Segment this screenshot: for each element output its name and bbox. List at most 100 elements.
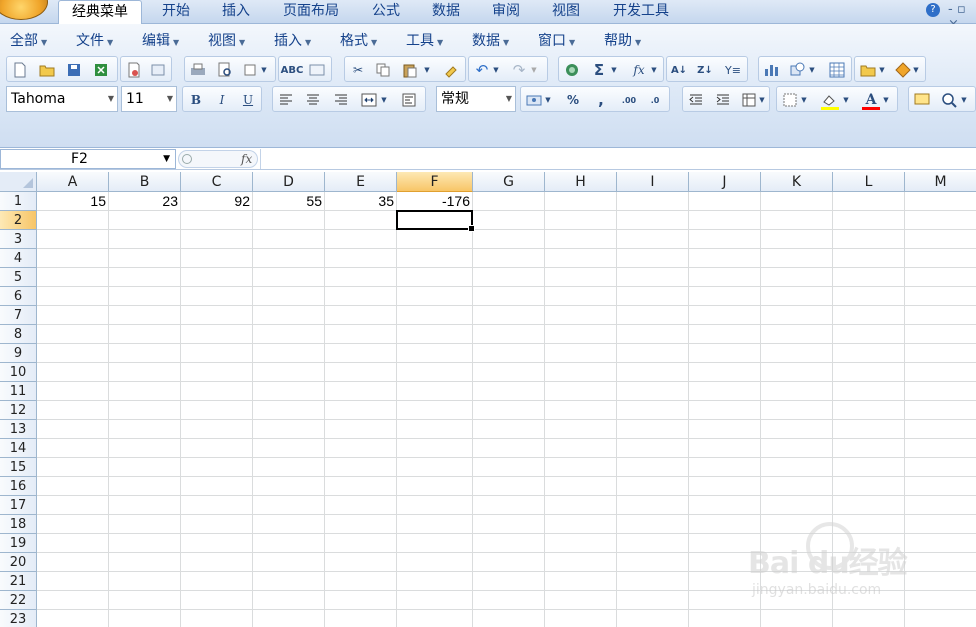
redo-icon[interactable]: ↷ <box>509 60 529 80</box>
column-header[interactable]: L <box>833 172 905 192</box>
row-header[interactable]: 19 <box>0 534 37 553</box>
chart-icon[interactable] <box>762 60 782 80</box>
row-header[interactable]: 4 <box>0 249 37 268</box>
research-icon[interactable] <box>307 60 327 80</box>
menu-view[interactable]: 视图 ▼ <box>208 30 245 52</box>
row-header[interactable]: 17 <box>0 496 37 515</box>
column-header[interactable]: I <box>617 172 689 192</box>
row-header[interactable]: 11 <box>0 382 37 401</box>
chevron-down-icon[interactable]: ▼ <box>529 60 539 80</box>
column-header[interactable]: F <box>397 172 473 192</box>
row-header[interactable]: 22 <box>0 591 37 610</box>
row-header[interactable]: 20 <box>0 553 37 572</box>
wrap-text-icon[interactable] <box>399 90 419 110</box>
row-header[interactable]: 6 <box>0 287 37 306</box>
column-header[interactable]: E <box>325 172 397 192</box>
italic-button[interactable]: I <box>212 90 232 110</box>
align-left-icon[interactable] <box>276 90 296 110</box>
row-header[interactable]: 15 <box>0 458 37 477</box>
row-header[interactable]: 9 <box>0 344 37 363</box>
hyperlink-icon[interactable] <box>562 60 582 80</box>
row-header[interactable]: 5 <box>0 268 37 287</box>
row-header[interactable]: 14 <box>0 439 37 458</box>
row-header[interactable]: 3 <box>0 230 37 249</box>
menu-window[interactable]: 窗口 ▼ <box>538 30 575 52</box>
cut-icon[interactable]: ✂ <box>348 60 368 80</box>
insert-function-button[interactable]: fx <box>241 152 252 166</box>
row-header[interactable]: 2 <box>0 211 37 230</box>
percent-button[interactable]: % <box>563 90 583 110</box>
select-all-button[interactable] <box>0 172 37 192</box>
menu-data[interactable]: 数据 ▼ <box>472 30 509 52</box>
active-cell-cursor[interactable] <box>396 210 475 232</box>
sort-descending-icon[interactable]: Z↓ <box>695 60 715 80</box>
underline-button[interactable]: U <box>238 90 258 110</box>
chevron-down-icon[interactable]: ▼ <box>877 60 887 80</box>
row-header[interactable]: 23 <box>0 610 37 627</box>
print-preview-icon[interactable] <box>215 60 235 80</box>
tab-formulas[interactable]: 公式 <box>360 0 412 24</box>
help-icon[interactable]: ? <box>926 3 940 17</box>
chevron-down-icon[interactable]: ▼ <box>491 60 501 80</box>
column-header[interactable]: J <box>689 172 761 192</box>
formula-input[interactable] <box>260 149 976 169</box>
undo-icon[interactable]: ↶ <box>472 60 492 80</box>
insert-function-icon[interactable]: fx <box>629 60 649 80</box>
gridlines-icon[interactable] <box>827 60 847 80</box>
menu-insert[interactable]: 插入 ▼ <box>274 30 311 52</box>
decrease-decimal-icon[interactable]: .0 <box>645 90 665 110</box>
sort-ascending-icon[interactable]: A↓ <box>669 60 689 80</box>
align-right-icon[interactable] <box>331 90 351 110</box>
bold-button[interactable]: B <box>186 90 206 110</box>
font-size-select[interactable]: 11 ▼ <box>121 86 177 112</box>
column-header[interactable]: B <box>109 172 181 192</box>
column-header[interactable]: M <box>905 172 976 192</box>
folder-icon[interactable] <box>858 60 878 80</box>
save-icon[interactable] <box>64 60 84 80</box>
row-header[interactable]: 7 <box>0 306 37 325</box>
chevron-down-icon[interactable]: ▼ <box>959 90 969 110</box>
cell-b1[interactable]: 23 <box>109 192 181 211</box>
number-format-select[interactable]: 常规 ▼ <box>436 86 516 112</box>
office-button[interactable] <box>0 0 48 20</box>
tab-developer[interactable]: 开发工具 <box>602 0 680 24</box>
currency-icon[interactable] <box>524 90 544 110</box>
attach-icon[interactable] <box>148 60 168 80</box>
row-header[interactable]: 21 <box>0 572 37 591</box>
tab-home[interactable]: 开始 <box>150 0 202 24</box>
chevron-down-icon[interactable]: ▼ <box>911 60 921 80</box>
copy-icon[interactable] <box>373 60 393 80</box>
decrease-indent-icon[interactable] <box>686 90 706 110</box>
cell-c1[interactable]: 92 <box>181 192 253 211</box>
tab-review[interactable]: 审阅 <box>480 0 532 24</box>
column-header[interactable]: G <box>473 172 545 192</box>
row-header[interactable]: 1 <box>0 192 37 211</box>
menu-help[interactable]: 帮助 ▼ <box>604 30 641 52</box>
menu-tools[interactable]: 工具 ▼ <box>406 30 443 52</box>
chevron-down-icon[interactable]: ▼ <box>649 60 659 80</box>
chevron-down-icon[interactable]: ▼ <box>259 60 269 80</box>
chevron-down-icon[interactable]: ▼ <box>379 90 389 110</box>
align-center-icon[interactable] <box>303 90 323 110</box>
permission-icon[interactable] <box>124 60 144 80</box>
column-header[interactable]: H <box>545 172 617 192</box>
name-box[interactable]: F2 ▼ <box>0 149 176 169</box>
tab-insert[interactable]: 插入 <box>210 0 262 24</box>
comma-button[interactable]: , <box>591 90 611 110</box>
menu-all[interactable]: 全部 ▼ <box>10 30 47 52</box>
menu-edit[interactable]: 编辑 ▼ <box>142 30 179 52</box>
macro-diamond-icon[interactable] <box>893 60 913 80</box>
paste-icon[interactable] <box>400 60 420 80</box>
merge-center-icon[interactable] <box>359 90 379 110</box>
row-header[interactable]: 18 <box>0 515 37 534</box>
row-header[interactable]: 12 <box>0 401 37 420</box>
chevron-down-icon[interactable]: ▼ <box>807 60 817 80</box>
column-header[interactable]: C <box>181 172 253 192</box>
open-folder-icon[interactable] <box>37 60 57 80</box>
format-painter-icon[interactable] <box>441 60 461 80</box>
row-header[interactable]: 8 <box>0 325 37 344</box>
increase-decimal-icon[interactable]: .00 <box>619 90 639 110</box>
tab-data[interactable]: 数据 <box>420 0 472 24</box>
spelling-icon[interactable]: ABC <box>281 60 304 80</box>
zoom-icon[interactable] <box>939 90 959 110</box>
